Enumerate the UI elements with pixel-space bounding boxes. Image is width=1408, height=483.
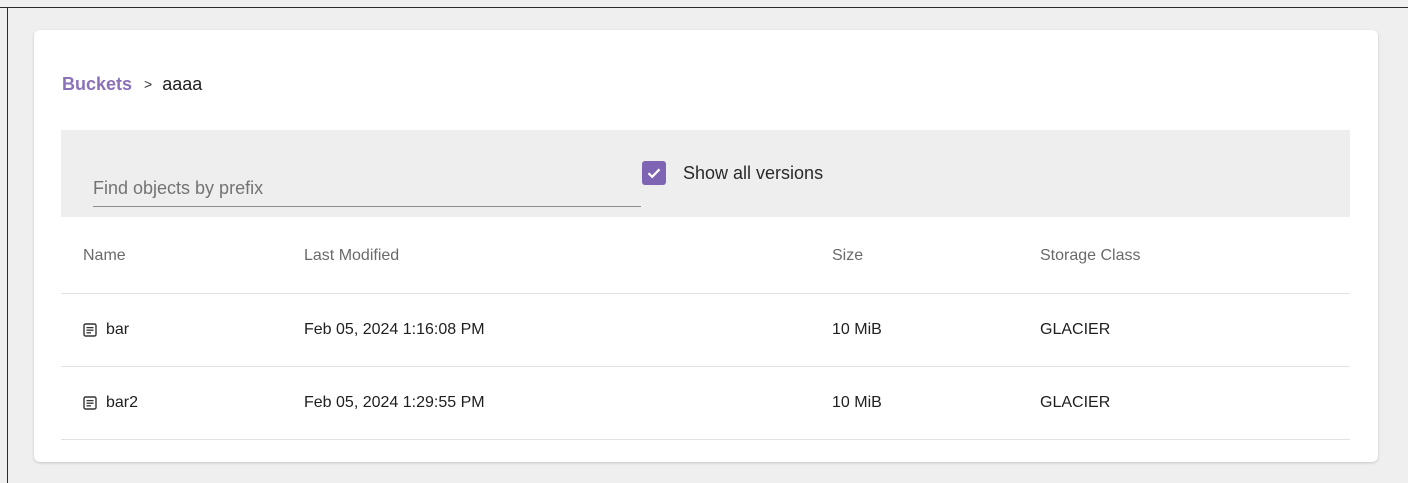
checkmark-icon [647, 168, 661, 179]
objects-table: Name Last Modified Size Storage Class ba… [61, 217, 1350, 440]
table-row[interactable]: bar Feb 05, 2024 1:16:08 PM 10 MiB GLACI… [61, 294, 1350, 367]
breadcrumb: Buckets > aaaa [62, 72, 202, 96]
prefix-search-field [93, 160, 641, 207]
show-all-versions-checkbox[interactable] [642, 161, 666, 185]
object-last-modified: Feb 05, 2024 1:29:55 PM [304, 394, 485, 411]
frame-border-top [0, 7, 1408, 8]
frame-border-left [7, 7, 8, 483]
breadcrumb-separator: > [144, 76, 153, 92]
objects-card: Buckets > aaaa Show all versions Name La… [34, 30, 1378, 462]
object-size: 10 MiB [832, 394, 882, 411]
object-name[interactable]: bar [106, 321, 129, 339]
column-header-size[interactable]: Size [832, 217, 863, 293]
table-row[interactable]: bar2 Feb 05, 2024 1:29:55 PM 10 MiB GLAC… [61, 367, 1350, 440]
object-name-cell: bar2 [83, 367, 138, 439]
show-all-versions-toggle[interactable]: Show all versions [642, 161, 823, 185]
object-storage-class: GLACIER [1040, 321, 1111, 338]
object-size: 10 MiB [832, 321, 882, 338]
show-all-versions-label: Show all versions [683, 162, 824, 183]
column-header-name[interactable]: Name [83, 217, 126, 293]
object-name[interactable]: bar2 [106, 394, 138, 412]
object-name-cell: bar [83, 294, 129, 366]
file-icon [83, 396, 97, 410]
objects-toolbar: Show all versions [61, 130, 1350, 217]
object-last-modified: Feb 05, 2024 1:16:08 PM [304, 321, 485, 338]
table-header-row: Name Last Modified Size Storage Class [61, 217, 1350, 294]
column-header-storage-class[interactable]: Storage Class [1040, 217, 1141, 293]
breadcrumb-buckets-link[interactable]: Buckets [62, 74, 132, 95]
prefix-search-input[interactable] [93, 174, 641, 202]
object-storage-class: GLACIER [1040, 394, 1111, 411]
breadcrumb-current-bucket: aaaa [162, 73, 203, 94]
file-icon [83, 323, 97, 337]
column-header-last-modified[interactable]: Last Modified [304, 217, 399, 293]
